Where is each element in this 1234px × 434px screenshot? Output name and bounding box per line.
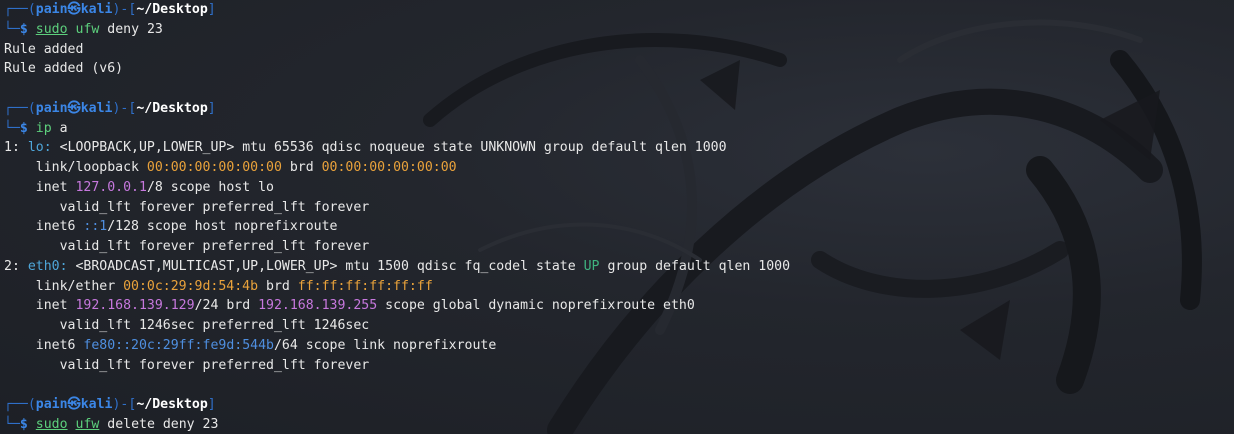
inet6-label: inet6	[4, 219, 84, 235]
inet-line: inet 127.0.0.1/8 scope host lo	[4, 178, 1234, 198]
link-label: link/ether	[4, 278, 124, 294]
inet6-line: inet6 fe80::20c:29ff:fe9d:544b/64 scope …	[4, 336, 1234, 356]
command-name: ip	[35, 120, 52, 136]
prompt-frame-mid: )-[	[112, 2, 137, 17]
broadcast-mac: ff:ff:ff:ff:ff:ff	[297, 278, 433, 294]
prompt-host: kali	[80, 2, 113, 17]
prompt-path: ~/Desktop	[136, 2, 208, 17]
mac-address: 00:00:00:00:00:00	[146, 160, 282, 175]
inet6-line: inet6 ::1/128 scope host noprefixroute	[4, 217, 1234, 237]
link-label: link/loopback	[4, 160, 147, 175]
command-line: └─$ ip a	[4, 119, 1234, 139]
prompt-line: ┌──(pain㉿kali)-[~/Desktop]	[4, 395, 1234, 415]
command-name: ufw	[75, 21, 100, 37]
inet6-label: inet6	[4, 337, 84, 353]
ipv6-address: fe80::20c:29ff:fe9d:544b	[83, 337, 274, 353]
prompt-frame-bottom: └─	[4, 120, 20, 136]
command-line: └─$ sudo ufw deny 23	[4, 20, 1234, 40]
prompt-at-symbol: ㉿	[67, 397, 81, 412]
interface-index: 1:	[4, 140, 28, 156]
ipv4-address: 127.0.0.1	[75, 179, 147, 195]
inet-line: inet 192.168.139.129/24 brd 192.168.139.…	[4, 296, 1234, 316]
output-line: Rule added	[4, 41, 84, 57]
brd-label: brd	[258, 278, 298, 294]
interface-header-eth0: 2: eth0: <BROADCAST,MULTICAST,UP,LOWER_U…	[4, 257, 1234, 277]
prompt-frame-top: ┌──(	[4, 2, 36, 17]
prompt-frame-end: ]	[207, 100, 216, 116]
interface-name: lo:	[27, 140, 52, 156]
prompt-user: pain	[35, 397, 68, 412]
terminal-window[interactable]: ┌──(pain㉿kali)-[~/Desktop] └─$ sudo ufw …	[0, 0, 1234, 434]
prompt-dollar: $	[19, 120, 36, 136]
inet6-suffix: /128 scope host noprefixroute	[107, 219, 338, 235]
command-args: delete deny 23	[99, 416, 219, 432]
inet-suffix: scope global dynamic noprefixroute eth0	[377, 298, 695, 314]
prompt-dollar: $	[19, 21, 36, 37]
inet-label: inet	[4, 298, 76, 314]
prompt-frame-top: ┌──(	[4, 100, 36, 116]
command-line[interactable]: └─$ sudo ufw delete deny 23	[4, 415, 1234, 434]
prompt-frame-end: ]	[207, 397, 216, 412]
prompt-frame-mid: )-[	[112, 397, 137, 412]
prompt-host: kali	[80, 100, 113, 116]
output-line: Rule added (v6)	[4, 61, 124, 77]
ipv4-address: 192.168.139.129	[75, 298, 195, 314]
prompt-user: pain	[35, 100, 68, 116]
prompt-path: ~/Desktop	[136, 397, 208, 412]
link-line: link/loopback 00:00:00:00:00:00 brd 00:0…	[4, 158, 1234, 178]
prompt-host: kali	[80, 397, 113, 412]
broadcast-mac: 00:00:00:00:00:00	[321, 160, 457, 175]
prompt-path: ~/Desktop	[136, 100, 208, 116]
ipv6-address: ::1	[83, 219, 108, 235]
terminal-output: ┌──(pain㉿kali)-[~/Desktop] └─$ sudo ufw …	[4, 0, 1234, 434]
ipv4-broadcast: 192.168.139.255	[258, 298, 378, 314]
command-sudo: sudo	[35, 21, 68, 37]
prompt-line: ┌──(pain㉿kali)-[~/Desktop]	[4, 0, 1234, 20]
command-args: deny 23	[99, 21, 163, 37]
prompt-frame-top: ┌──(	[4, 397, 36, 412]
inet-mid: /24 brd	[194, 298, 259, 314]
prompt-at-symbol: ㉿	[67, 100, 81, 116]
prompt-dollar: $	[19, 416, 36, 432]
interface-state: UP	[583, 258, 600, 274]
interface-index: 2:	[4, 258, 28, 274]
lifetime-line: valid_lft forever preferred_lft forever	[4, 357, 370, 373]
inet-label: inet	[4, 179, 76, 195]
command-args: a	[51, 120, 68, 136]
prompt-frame-bottom: └─	[4, 416, 20, 432]
lifetime-line: valid_lft forever preferred_lft forever	[4, 239, 370, 254]
link-line: link/ether 00:0c:29:9d:54:4b brd ff:ff:f…	[4, 277, 1234, 297]
lifetime-line: valid_lft forever preferred_lft forever	[4, 199, 370, 215]
interface-header-lo: 1: lo: <LOOPBACK,UP,LOWER_UP> mtu 65536 …	[4, 138, 1234, 158]
command-sudo: sudo	[35, 416, 68, 432]
brd-label: brd	[281, 160, 322, 175]
inet6-suffix: /64 scope link noprefixroute	[273, 337, 497, 353]
interface-flags: <BROADCAST,MULTICAST,UP,LOWER_UP> mtu 15…	[67, 258, 584, 274]
interface-flags: <LOOPBACK,UP,LOWER_UP> mtu 65536 qdisc n…	[51, 140, 727, 156]
prompt-frame-bottom: └─	[4, 21, 20, 37]
command-name: ufw	[75, 416, 100, 432]
mac-address: 00:0c:29:9d:54:4b	[123, 278, 259, 294]
prompt-line: ┌──(pain㉿kali)-[~/Desktop]	[4, 99, 1234, 119]
inet-suffix: /8 scope host lo	[146, 179, 274, 195]
prompt-frame-end: ]	[207, 2, 216, 17]
prompt-at-symbol: ㉿	[67, 2, 81, 17]
interface-name: eth0:	[27, 258, 68, 274]
lifetime-line: valid_lft 1246sec preferred_lft 1246sec	[4, 318, 370, 333]
interface-flags-rest: group default qlen 1000	[599, 258, 791, 274]
prompt-frame-mid: )-[	[112, 100, 137, 116]
prompt-user: pain	[35, 2, 68, 17]
